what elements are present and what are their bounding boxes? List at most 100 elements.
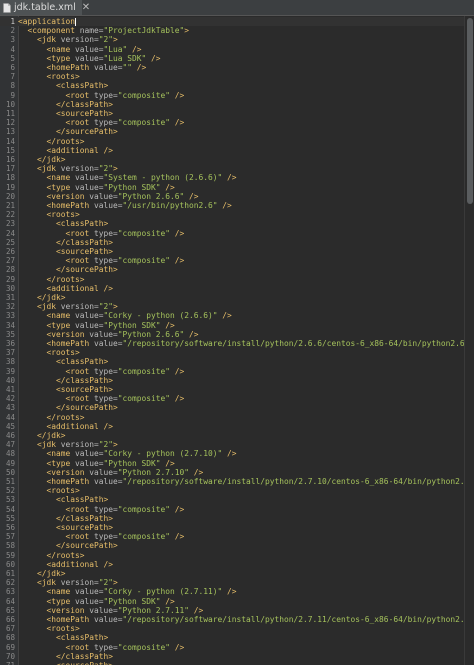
code-line[interactable]: 57 <root type="composite" /> [0, 532, 474, 541]
line-text[interactable]: <classPath> [18, 633, 108, 642]
line-text[interactable]: <homePath value="" /> [18, 63, 147, 72]
code-line[interactable]: 52 <roots> [0, 486, 474, 495]
line-text[interactable]: <classPath> [18, 495, 108, 504]
line-text[interactable]: <type value="Lua SDK" /> [18, 54, 161, 63]
code-line[interactable]: 51 <homePath value="/repository/software… [0, 477, 474, 486]
code-line[interactable]: 23 <classPath> [0, 219, 474, 228]
line-text[interactable]: <root type="composite" /> [18, 91, 185, 100]
line-text[interactable]: <type value="Python SDK" /> [18, 183, 175, 192]
code-line[interactable]: 71 <sourcePath> [0, 661, 474, 665]
scrollbar-thumb[interactable] [467, 18, 473, 204]
code-line[interactable]: 49 <type value="Python SDK" /> [0, 459, 474, 468]
code-line[interactable]: 22 <roots> [0, 210, 474, 219]
code-line[interactable]: 62 <jdk version="2"> [0, 578, 474, 587]
line-text[interactable]: </classPath> [18, 652, 113, 661]
code-line[interactable]: 60 <additional /> [0, 560, 474, 569]
line-text[interactable]: <roots> [18, 348, 80, 357]
code-line[interactable]: 8 <classPath> [0, 81, 474, 90]
line-text[interactable]: <additional /> [18, 284, 114, 293]
code-line[interactable]: 27 <root type="composite" /> [0, 256, 474, 265]
line-text[interactable]: </jdk> [18, 431, 66, 440]
code-line[interactable]: 1 <application [0, 17, 474, 27]
code-line[interactable]: 21 <homePath value="/usr/bin/python2.6" … [0, 201, 474, 210]
code-line[interactable]: 33 <name value="Corky - python (2.6.6)" … [0, 311, 474, 320]
code-line[interactable]: 9 <root type="composite" /> [0, 91, 474, 100]
code-line[interactable]: 10 </classPath> [0, 100, 474, 109]
code-line[interactable]: 29 </roots> [0, 275, 474, 284]
code-line[interactable]: 58 </sourcePath> [0, 541, 474, 550]
code-line[interactable]: 48 <name value="Corky - python (2.7.10)"… [0, 449, 474, 458]
code-line[interactable]: 35 <version value="Python 2.6.6" /> [0, 330, 474, 339]
line-text[interactable]: <root type="composite" /> [18, 256, 185, 265]
code-line[interactable]: 26 <sourcePath> [0, 247, 474, 256]
line-text[interactable]: <jdk version="2"> [18, 440, 118, 449]
code-line[interactable]: 12 <root type="composite" /> [0, 118, 474, 127]
code-line[interactable]: 32 <jdk version="2"> [0, 302, 474, 311]
code-line[interactable]: 30 <additional /> [0, 284, 474, 293]
code-line[interactable]: 47 <jdk version="2"> [0, 440, 474, 449]
code-line[interactable]: 53 <classPath> [0, 495, 474, 504]
line-text[interactable]: </sourcePath> [18, 403, 118, 412]
line-text[interactable]: <sourcePath> [18, 523, 113, 532]
code-line[interactable]: 19 <type value="Python SDK" /> [0, 183, 474, 192]
line-text[interactable]: <homePath value="/repository/software/in… [18, 339, 474, 348]
line-text[interactable]: <type value="Python SDK" /> [18, 597, 175, 606]
line-text[interactable]: </classPath> [18, 514, 113, 523]
code-line[interactable]: 44 </roots> [0, 413, 474, 422]
line-text[interactable]: <version value="Python 2.7.11" /> [18, 606, 204, 615]
code-line[interactable]: 4 <name value="Lua" /> [0, 45, 474, 54]
code-line[interactable]: 69 <root type="composite" /> [0, 643, 474, 652]
line-text[interactable]: </roots> [18, 275, 85, 284]
line-text[interactable]: <sourcePath> [18, 247, 113, 256]
line-text[interactable]: <jdk version="2"> [18, 164, 118, 173]
code-line[interactable]: 20 <version value="Python 2.6.6" /> [0, 192, 474, 201]
code-line[interactable]: 63 <name value="Corky - python (2.7.11)"… [0, 587, 474, 596]
line-text[interactable]: <type value="Python SDK" /> [18, 321, 175, 330]
line-text[interactable]: <version value="Python 2.7.10" /> [18, 468, 204, 477]
line-text[interactable]: <roots> [18, 624, 80, 633]
code-line[interactable]: 39 <root type="composite" /> [0, 367, 474, 376]
code-line[interactable]: 38 <classPath> [0, 357, 474, 366]
code-line[interactable]: 36 <homePath value="/repository/software… [0, 339, 474, 348]
code-line[interactable]: 55 </classPath> [0, 514, 474, 523]
line-text[interactable]: <root type="composite" /> [18, 394, 185, 403]
line-text[interactable]: <name value="Corky - python (2.7.10)" /> [18, 449, 237, 458]
line-text[interactable]: <roots> [18, 72, 80, 81]
code-line[interactable]: 7 <roots> [0, 72, 474, 81]
code-line[interactable]: 70 </classPath> [0, 652, 474, 661]
code-line[interactable]: 59 </roots> [0, 551, 474, 560]
line-text[interactable]: <additional /> [18, 560, 114, 569]
code-line[interactable]: 67 <roots> [0, 624, 474, 633]
line-text[interactable]: <version value="Python 2.6.6" /> [18, 330, 199, 339]
line-text[interactable]: <type value="Python SDK" /> [18, 459, 175, 468]
line-text[interactable]: <jdk version="2"> [18, 35, 118, 44]
code-line[interactable]: 25 </classPath> [0, 238, 474, 247]
code-line[interactable]: 56 <sourcePath> [0, 523, 474, 532]
line-text[interactable]: </sourcePath> [18, 127, 118, 136]
line-text[interactable]: </sourcePath> [18, 541, 118, 550]
line-text[interactable]: <sourcePath> [18, 385, 113, 394]
line-text[interactable]: <application [18, 17, 77, 26]
line-text[interactable]: <roots> [18, 486, 80, 495]
line-text[interactable]: <homePath value="/usr/bin/python2.6" /> [18, 201, 232, 210]
line-text[interactable]: </jdk> [18, 155, 66, 164]
code-line[interactable]: 24 <root type="composite" /> [0, 229, 474, 238]
code-line[interactable]: 50 <version value="Python 2.7.10" /> [0, 468, 474, 477]
line-text[interactable]: </jdk> [18, 293, 66, 302]
line-text[interactable]: <name value="Corky - python (2.6.6)" /> [18, 311, 232, 320]
line-text[interactable]: </jdk> [18, 569, 66, 578]
code-line[interactable]: 40 </classPath> [0, 376, 474, 385]
line-text[interactable]: <jdk version="2"> [18, 578, 118, 587]
code-line[interactable]: 34 <type value="Python SDK" /> [0, 321, 474, 330]
code-line[interactable]: 3 <jdk version="2"> [0, 35, 474, 44]
line-text[interactable]: <root type="composite" /> [18, 118, 185, 127]
code-line[interactable]: 11 <sourcePath> [0, 109, 474, 118]
tab-jdk-table-xml[interactable]: jdk.table.xml ✕ [0, 0, 90, 15]
code-line[interactable]: 65 <version value="Python 2.7.11" /> [0, 606, 474, 615]
line-text[interactable]: <root type="composite" /> [18, 367, 185, 376]
line-text[interactable]: <homePath value="/repository/software/in… [18, 477, 474, 486]
line-text[interactable]: <sourcePath> [18, 109, 113, 118]
line-text[interactable]: <name value="Lua" /> [18, 45, 142, 54]
code-line[interactable]: 66 <homePath value="/repository/software… [0, 615, 474, 624]
line-text[interactable]: <sourcePath> [18, 661, 113, 665]
